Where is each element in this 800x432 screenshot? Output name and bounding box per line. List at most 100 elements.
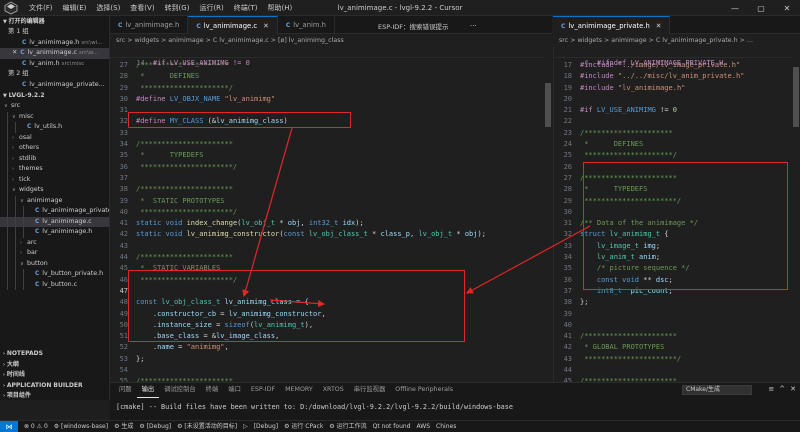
line-number: 19	[563, 83, 572, 92]
left-breadcrumb[interactable]: src > widgets > animimage > C lv_animima…	[110, 35, 552, 47]
status-item[interactable]: ⊗ 0 ⚠ 0	[21, 421, 51, 432]
esp-idf-search-error-button[interactable]: ESP-IDF：搜索错误提示	[378, 21, 449, 31]
right-scrollbar-thumb[interactable]	[793, 67, 799, 127]
status-item[interactable]: ⚙ [未设置活动的目标]	[174, 421, 240, 432]
sidebar-section-header[interactable]: › 大纲	[0, 360, 109, 371]
remote-indicator-icon[interactable]: ⋈	[0, 421, 18, 432]
maximize-button[interactable]: ▢	[748, 0, 774, 16]
status-item[interactable]: AWS	[414, 421, 434, 432]
tree-file[interactable]: Clv_animimage.c	[0, 216, 109, 227]
sidebar-section-header[interactable]: › 时间线	[0, 370, 109, 381]
menu-item[interactable]: 运行(R)	[194, 0, 228, 16]
close-window-button[interactable]: ✕	[774, 0, 800, 16]
code-line: 39	[554, 309, 792, 320]
status-item[interactable]: ▷	[240, 421, 251, 432]
close-tab-icon[interactable]: ✕	[656, 22, 662, 30]
tree-folder[interactable]: › stdlib	[0, 153, 109, 164]
open-editor-item[interactable]: ✕ Clv_animimage.c src\w...	[0, 48, 109, 59]
tree-folder[interactable]: › themes	[0, 164, 109, 175]
line-text: .instance_size = sizeof(lv_animimg_t),	[136, 320, 314, 329]
sidebar-section-header[interactable]: › NOTEPADS	[0, 349, 109, 360]
tree-folder[interactable]: › tick	[0, 174, 109, 185]
panel-tab[interactable]: MEMORY	[280, 383, 318, 397]
line-text: /**********************	[136, 140, 233, 149]
panel-tab[interactable]: 问题	[114, 383, 137, 397]
menu-item[interactable]: 终端(T)	[229, 0, 263, 16]
panel-tab[interactable]: XRTOS	[318, 383, 349, 397]
line-number: 42	[563, 343, 572, 352]
tree-folder[interactable]: ∨ src	[0, 101, 109, 112]
editor-tab[interactable]: Clv_animimage.h	[110, 16, 189, 34]
left-code-editor[interactable]: 14#if LV_USE_ANIMIMG != 0 27/***********…	[110, 47, 544, 382]
sidebar-section-header[interactable]: › 项目组件	[0, 391, 109, 400]
right-scrollbar[interactable]	[792, 47, 800, 382]
menu-item[interactable]: 帮助(H)	[263, 0, 298, 16]
tree-folder[interactable]: ∨ animimage	[0, 195, 109, 206]
output-channel-select[interactable]: CMake/生成	[682, 385, 752, 395]
indent-guide	[15, 195, 16, 206]
left-scrollbar[interactable]	[544, 47, 552, 382]
line-text: /** Data of the animimage */	[580, 219, 699, 228]
project-header[interactable]: ▼ LVGL-9.2.2	[0, 90, 109, 101]
maximize-panel-icon[interactable]: ^	[779, 385, 785, 393]
tree-folder[interactable]: ∨ widgets	[0, 185, 109, 196]
editor-tab[interactable]: Clv_animimage_private.h ✕	[553, 16, 671, 34]
panel-tab[interactable]: 端口	[223, 383, 246, 397]
right-code-editor[interactable]: 6#ifndef LV_ANIMIMAGE_PRIVATE_H 17#inclu…	[553, 47, 792, 382]
status-item[interactable]: Chines	[433, 421, 459, 432]
panel-tab[interactable]: 串行监视器	[349, 383, 390, 397]
menu-item[interactable]: 查看(V)	[125, 0, 159, 16]
open-editor-item[interactable]: Clv_animimage.h src\wi...	[0, 38, 109, 49]
menu-item[interactable]: 文件(F)	[24, 0, 58, 16]
line-text: * DEFINES	[136, 72, 200, 81]
left-more-actions-button[interactable]: ...	[470, 20, 477, 28]
menu-item[interactable]: 选择(S)	[91, 0, 125, 16]
status-item[interactable]: ⚙ 运行工作流	[326, 421, 369, 432]
status-item[interactable]: Qt not found	[370, 421, 414, 432]
tree-folder[interactable]: › arc	[0, 237, 109, 248]
panel-tab[interactable]: ESP-IDF	[246, 383, 280, 397]
panel-tab[interactable]: 终端	[201, 383, 224, 397]
tree-folder[interactable]: ∨ button	[0, 258, 109, 269]
left-scrollbar-thumb[interactable]	[545, 83, 551, 127]
chevron-right-icon: ›	[12, 134, 14, 141]
sidebar-section-header[interactable]: › APPLICATION BUILDER	[0, 381, 109, 392]
close-icon[interactable]: ✕	[12, 49, 17, 56]
tree-folder[interactable]: › bar	[0, 248, 109, 259]
status-item[interactable]: ⚙ [Debug]	[136, 421, 174, 432]
tree-folder[interactable]: ∨ misc	[0, 111, 109, 122]
status-item[interactable]: ⚙ 运行 CPack	[281, 421, 326, 432]
open-editors-header[interactable]: ▼ 打开的编辑器	[0, 16, 109, 27]
code-line: 54	[110, 365, 544, 376]
tree-file[interactable]: Clv_button.c	[0, 279, 109, 290]
panel-tab[interactable]: 调试控制台	[159, 383, 200, 397]
status-item[interactable]: ⚙ 生成	[111, 421, 136, 432]
menu-item[interactable]: 编辑(E)	[58, 0, 92, 16]
minimize-button[interactable]: —	[722, 0, 748, 16]
menu-item[interactable]: 转到(G)	[160, 0, 195, 16]
status-item[interactable]: [Debug]	[251, 421, 281, 432]
editor-tab[interactable]: Clv_anim.h	[278, 16, 335, 34]
tree-label: lv_animimage.h	[42, 228, 93, 235]
tree-file[interactable]: Clv_animimage_private.h	[0, 206, 109, 217]
tree-file[interactable]: Clv_button_private.h	[0, 269, 109, 280]
editor-tab[interactable]: Clv_animimage.c ✕	[188, 16, 278, 34]
tree-file[interactable]: Clv_animimage.h	[0, 227, 109, 238]
tree-folder[interactable]: › osal	[0, 132, 109, 143]
panel-tab[interactable]: Offline Peripherals	[390, 383, 458, 397]
close-panel-icon[interactable]: ✕	[790, 385, 796, 393]
panel-tab[interactable]: 输出	[136, 383, 160, 398]
line-number: 22	[563, 117, 572, 126]
right-breadcrumb[interactable]: src > widgets > animimage > C lv_animima…	[553, 35, 800, 47]
open-editor-item[interactable]: Clv_anim.h src\misc	[0, 59, 109, 70]
sticky-line-text: #ifndef LV_ANIMIMAGE_PRIVATE_H	[596, 59, 724, 68]
close-tab-icon[interactable]: ✕	[263, 22, 269, 30]
chevron-right-icon: ›	[12, 166, 14, 172]
output-text: [cmake] -- Build files have been written…	[116, 403, 513, 411]
file-name: lv_animimage.c	[27, 49, 77, 56]
status-item[interactable]: ⚙ [windows-base]	[51, 421, 111, 432]
tree-folder[interactable]: › others	[0, 143, 109, 154]
open-editor-item[interactable]: Clv_animimage_private...	[0, 80, 109, 91]
filter-icon[interactable]: ≡	[768, 385, 774, 393]
tree-file[interactable]: Clv_utils.h	[0, 122, 109, 133]
